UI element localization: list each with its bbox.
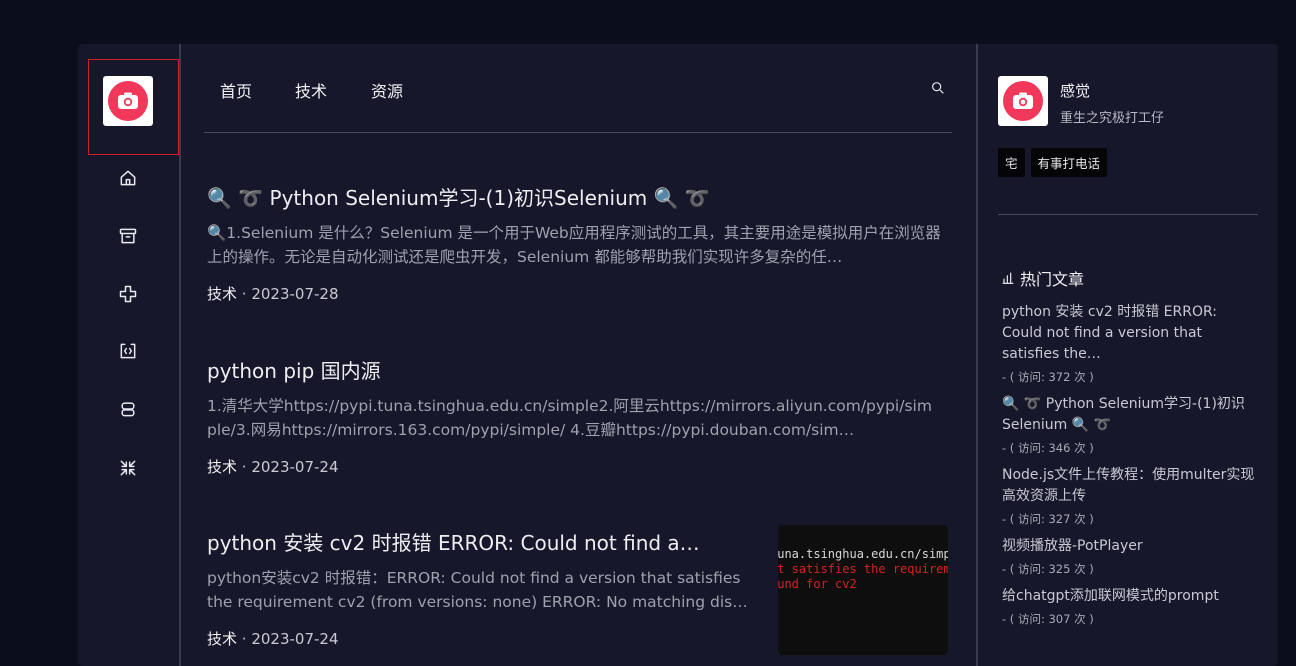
profile-tag[interactable]: 有事打电话 — [1030, 148, 1108, 177]
post-title-emoji-right: 🔍 ➰ — [653, 186, 710, 210]
post-title[interactable]: python pip 国内源 — [207, 355, 934, 384]
app-container: 首页 技术 资源 🔍 ➰ Python Selenium学习-(1)初识Sele… — [78, 44, 1278, 666]
post-meta: 技术 · 2023-07-24 — [207, 456, 934, 477]
home-icon[interactable] — [116, 166, 140, 190]
thumb-line: ound for cv2 — [778, 577, 857, 591]
hot-articles-list: python 安装 cv2 时报错 ERROR: Could not find … — [1002, 302, 1258, 636]
hot-article-views: - ( 访问: 327 次 ) — [1002, 512, 1094, 526]
post-excerpt: 1.清华大学https://pypi.tuna.tsinghua.edu.cn/… — [207, 397, 932, 439]
camera-icon — [108, 81, 148, 121]
hot-articles-heading: 热门文章 — [1000, 266, 1084, 290]
avatar[interactable] — [998, 76, 1048, 126]
post-category[interactable]: 技术 — [207, 285, 237, 303]
post-date: · 2023-07-24 — [237, 458, 339, 476]
profile-bio: 重生之究极打工仔 — [1060, 111, 1165, 126]
post-card: python 安装 cv2 时报错 ERROR: Could not find … — [207, 527, 767, 649]
plugin-icon[interactable] — [116, 282, 140, 306]
hot-article-views: - ( 访问: 307 次 ) — [1002, 612, 1094, 626]
divider — [998, 214, 1258, 215]
top-nav: 首页 技术 资源 — [204, 44, 952, 133]
hot-article-views: - ( 访问: 346 次 ) — [1002, 441, 1094, 455]
profile-tags: 宅 有事打电话 — [998, 148, 1108, 177]
post-title-text: Python Selenium学习-(1)初识Selenium — [269, 186, 648, 210]
nav-item-resources[interactable]: 资源 — [371, 78, 403, 102]
profile-tag[interactable]: 宅 — [998, 148, 1025, 177]
shrink-icon[interactable] — [116, 456, 140, 480]
robot-icon[interactable] — [116, 397, 140, 421]
code-icon[interactable] — [116, 339, 140, 363]
post-card: 🔍 ➰ Python Selenium学习-(1)初识Selenium 🔍 ➰ … — [207, 182, 947, 304]
search-icon[interactable] — [930, 80, 948, 98]
nav-item-tech[interactable]: 技术 — [295, 78, 327, 102]
left-rail — [78, 44, 181, 666]
hot-article-link[interactable]: 🔍 ➰ Python Selenium学习-(1)初识Selenium 🔍 ➰ — [1002, 394, 1258, 436]
hot-article-link[interactable]: 视频播放器-PotPlayer — [1002, 536, 1258, 557]
archive-icon[interactable] — [116, 224, 140, 248]
post-category[interactable]: 技术 — [207, 458, 237, 476]
nav-item-home[interactable]: 首页 — [220, 78, 252, 102]
hot-article-link[interactable]: Node.js文件上传教程：使用multer实现高效资源上传 — [1002, 465, 1258, 507]
profile-name: 感觉 — [1060, 82, 1091, 100]
post-date: · 2023-07-24 — [237, 630, 339, 648]
hot-article-views: - ( 访问: 325 次 ) — [1002, 562, 1094, 576]
hot-article-link[interactable]: python 安装 cv2 时报错 ERROR: Could not find … — [1002, 302, 1258, 365]
post-date: · 2023-07-28 — [237, 285, 339, 303]
thumb-line: tuna.tsinghua.edu.cn/simpl — [778, 547, 948, 561]
right-sidebar: 感觉 重生之究极打工仔 宅 有事打电话 热门文章 python 安装 cv2 时… — [978, 44, 1278, 666]
list-item: 给chatgpt添加联网模式的prompt - ( 访问: 307 次 ) — [1002, 586, 1258, 627]
bar-chart-icon — [1002, 272, 1014, 284]
main-content: 首页 技术 资源 🔍 ➰ Python Selenium学习-(1)初识Sele… — [181, 44, 978, 666]
post-excerpt: python安装cv2 时报错：ERROR: Could not find a … — [207, 569, 748, 611]
post-title[interactable]: 🔍 ➰ Python Selenium学习-(1)初识Selenium 🔍 ➰ — [207, 182, 947, 211]
post-meta: 技术 · 2023-07-28 — [207, 283, 947, 304]
post-title[interactable]: python 安装 cv2 时报错 ERROR: Could not find … — [207, 527, 767, 556]
hot-articles-title: 热门文章 — [1020, 270, 1085, 289]
list-item: python 安装 cv2 时报错 ERROR: Could not find … — [1002, 302, 1258, 385]
camera-icon — [1003, 81, 1043, 121]
list-item: Node.js文件上传教程：使用multer实现高效资源上传 - ( 访问: 3… — [1002, 465, 1258, 527]
post-excerpt: 🔍1.Selenium 是什么？Selenium 是一个用于Web应用程序测试的… — [207, 224, 941, 266]
hot-article-views: - ( 访问: 372 次 ) — [1002, 370, 1094, 384]
hot-article-link[interactable]: 给chatgpt添加联网模式的prompt — [1002, 586, 1258, 607]
list-item: 视频播放器-PotPlayer - ( 访问: 325 次 ) — [1002, 536, 1258, 577]
post-category[interactable]: 技术 — [207, 630, 237, 648]
thumb-line: at satisfies the requirem — [778, 562, 948, 576]
list-item: 🔍 ➰ Python Selenium学习-(1)初识Selenium 🔍 ➰ … — [1002, 394, 1258, 456]
site-logo[interactable] — [103, 76, 153, 126]
post-thumbnail[interactable]: tuna.tsinghua.edu.cn/simpl at satisfies … — [778, 525, 948, 655]
post-meta: 技术 · 2023-07-24 — [207, 628, 767, 649]
post-title-emoji-left: 🔍 ➰ — [207, 186, 264, 210]
post-card: python pip 国内源 1.清华大学https://pypi.tuna.t… — [207, 355, 934, 477]
